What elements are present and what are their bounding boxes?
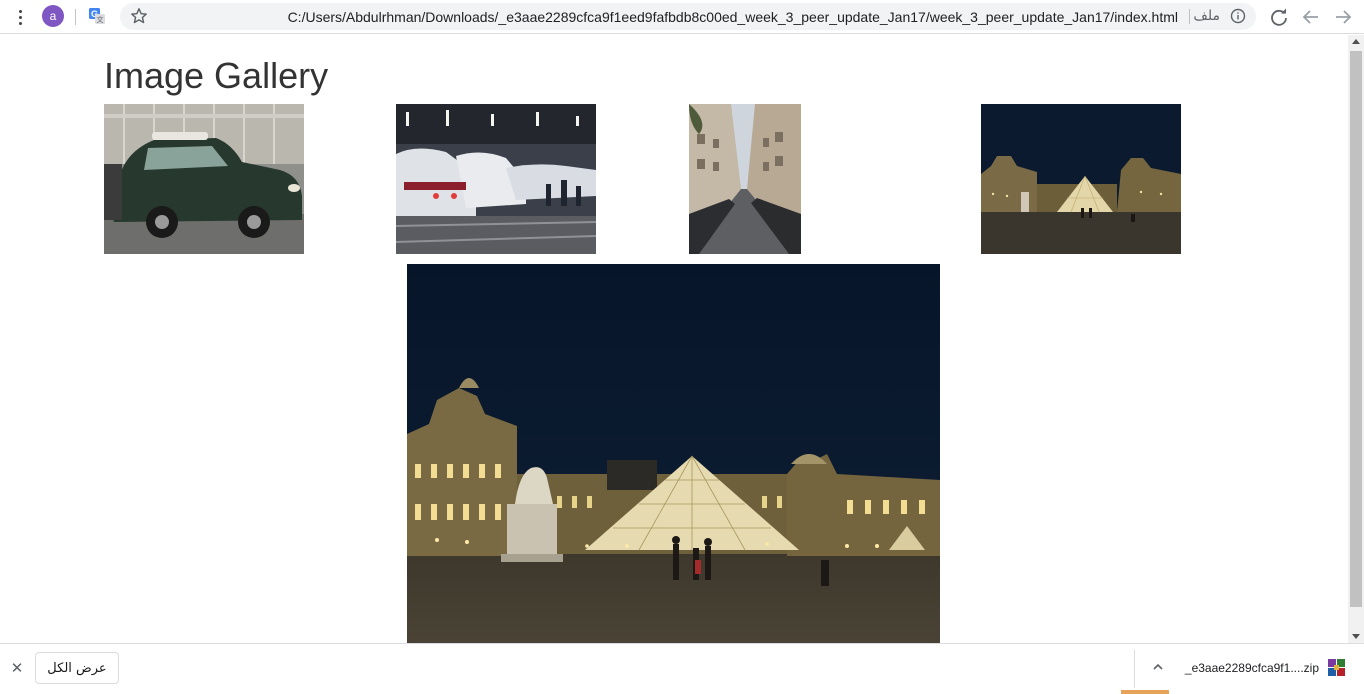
scroll-up-arrow[interactable] — [1352, 39, 1360, 44]
main-photo-louvre[interactable] — [407, 264, 940, 643]
scroll-down-arrow[interactable] — [1352, 634, 1360, 639]
page-title: Image Gallery — [104, 55, 329, 96]
chevron-up-icon[interactable] — [1151, 660, 1165, 674]
back-icon[interactable] — [1299, 5, 1323, 29]
thumbnail-trains[interactable] — [396, 104, 596, 254]
toolbar-divider — [75, 9, 76, 25]
file-scheme-label[interactable]: ملف — [1193, 8, 1220, 24]
profile-avatar[interactable]: a — [42, 5, 64, 27]
show-all-button[interactable]: عرض الكل — [35, 652, 119, 684]
archive-file-icon — [1328, 659, 1345, 676]
page-content: Image Gallery — [0, 35, 1348, 643]
download-file-name: _e3aae2289cfca9f1....zip — [1184, 661, 1319, 675]
forward-icon[interactable] — [1331, 5, 1355, 29]
thumbnail-louvre[interactable] — [981, 104, 1181, 254]
svg-text:文: 文 — [97, 15, 104, 24]
thumbnail-street[interactable] — [689, 104, 801, 254]
url-text[interactable]: C:/Users/Abdulrhman/Downloads/_e3aae2289… — [288, 9, 1178, 25]
address-bar[interactable]: C:/Users/Abdulrhman/Downloads/_e3aae2289… — [120, 3, 1256, 30]
menu-icon[interactable] — [8, 5, 32, 29]
thumbnail-mini-car[interactable] — [104, 104, 304, 254]
info-icon[interactable] — [1230, 8, 1246, 24]
avatar-letter: a — [49, 9, 57, 23]
star-icon[interactable] — [130, 7, 148, 25]
shelf-divider — [1134, 650, 1135, 688]
scrollbar-thumb[interactable] — [1350, 51, 1362, 607]
close-icon[interactable]: ✕ — [8, 659, 26, 677]
reload-icon[interactable] — [1267, 5, 1291, 29]
translate-icon[interactable]: G 文 — [88, 7, 106, 25]
download-progress-indicator — [1121, 690, 1169, 694]
download-shelf: ✕ عرض الكل _e3aae2289cfca9f1....zip — [0, 643, 1364, 694]
download-item[interactable]: _e3aae2289cfca9f1....zip — [1145, 650, 1355, 688]
url-divider — [1189, 9, 1190, 24]
vertical-scrollbar[interactable] — [1348, 35, 1364, 643]
browser-toolbar: a G 文 C:/Users/Abdulrhman/Downloads/_e3a… — [0, 0, 1364, 34]
